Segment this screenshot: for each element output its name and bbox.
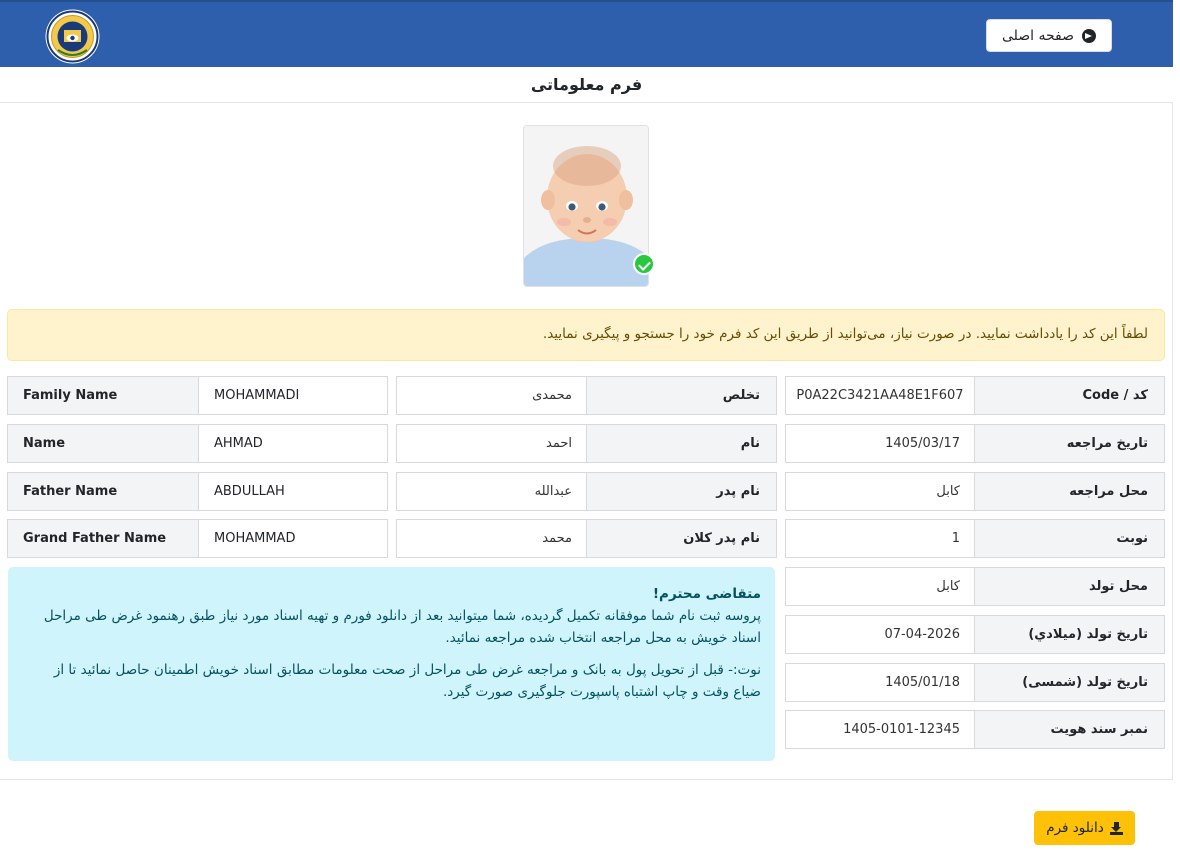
info-text-note: نوت:- قبل از تحویل پول به بانک و مراجعه … — [53, 662, 761, 700]
info-heading: متقاضی محترم! — [652, 586, 761, 602]
grandfather-name-dari-label: نام پدر کلان — [586, 519, 777, 558]
family-name-label: Family Name — [7, 376, 199, 415]
father-name-label: Father Name — [7, 472, 199, 511]
name-dari-label: نام — [586, 424, 777, 463]
family-name-dari-label: تخلص — [586, 376, 777, 415]
turn-number-label: نوبت — [974, 519, 1165, 558]
father-name-value: ABDULLAH — [198, 472, 388, 511]
applicant-info-alert: متقاضی محترم! پروسه ثبت نام شما موفقانه … — [8, 567, 775, 761]
birth-date-shamsi-value: 1405/01/18 — [785, 663, 975, 702]
info-text-success: پروسه ثبت نام شما موفقانه تکمیل گردیده، … — [43, 608, 761, 646]
grandfather-name-value: MOHAMMAD — [198, 519, 388, 558]
birth-place-label: محل تولد — [974, 567, 1165, 606]
birth-date-gregorian-value: 07-04-2026 — [785, 615, 975, 654]
code-value: P0A22C3421AA48E1F607 — [785, 376, 975, 415]
applicant-photo — [523, 125, 649, 287]
arrow-right-circle-icon — [1082, 28, 1097, 43]
verified-check-icon — [633, 253, 655, 275]
home-button[interactable]: صفحه اصلی — [986, 19, 1112, 52]
visit-date-label: تاریخ مراجعه — [974, 424, 1165, 463]
grandfather-name-dari-value: محمد — [396, 519, 587, 558]
name-value: AHMAD — [198, 424, 388, 463]
father-name-dari-value: عبدالله — [396, 472, 587, 511]
code-label: کد / Code — [974, 376, 1165, 415]
top-navbar: صفحه اصلی — [0, 0, 1173, 67]
father-name-dari-label: نام پدر — [586, 472, 777, 511]
birth-place-value: کابل — [785, 567, 975, 606]
family-name-value: MOHAMMADI — [198, 376, 388, 415]
download-form-button[interactable]: دانلود فرم — [1034, 811, 1135, 845]
id-number-value: 1405-0101-12345 — [785, 710, 975, 749]
download-icon — [1109, 821, 1123, 835]
page-title: فرم معلوماتی — [0, 67, 1173, 103]
visit-date-value: 1405/03/17 — [785, 424, 975, 463]
download-form-label: دانلود فرم — [1046, 820, 1104, 836]
visit-location-label: محل مراجعه — [974, 472, 1165, 511]
emblem-logo — [44, 8, 101, 65]
birth-date-gregorian-label: تاریخ تولد (میلادي) — [974, 615, 1165, 654]
name-dari-value: احمد — [396, 424, 587, 463]
id-number-label: نمبر سند هویت — [974, 710, 1165, 749]
name-label: Name — [7, 424, 199, 463]
home-button-label: صفحه اصلی — [1001, 27, 1075, 44]
birth-date-shamsi-label: تاریخ تولد (شمسی) — [974, 663, 1165, 702]
visit-location-value: کابل — [785, 472, 975, 511]
code-warning-alert: لطفاً این کد را یادداشت نمایید. در صورت … — [7, 309, 1165, 361]
family-name-dari-value: محمدی — [396, 376, 587, 415]
turn-number-value: 1 — [785, 519, 975, 558]
grandfather-name-label: Grand Father Name — [7, 519, 199, 558]
